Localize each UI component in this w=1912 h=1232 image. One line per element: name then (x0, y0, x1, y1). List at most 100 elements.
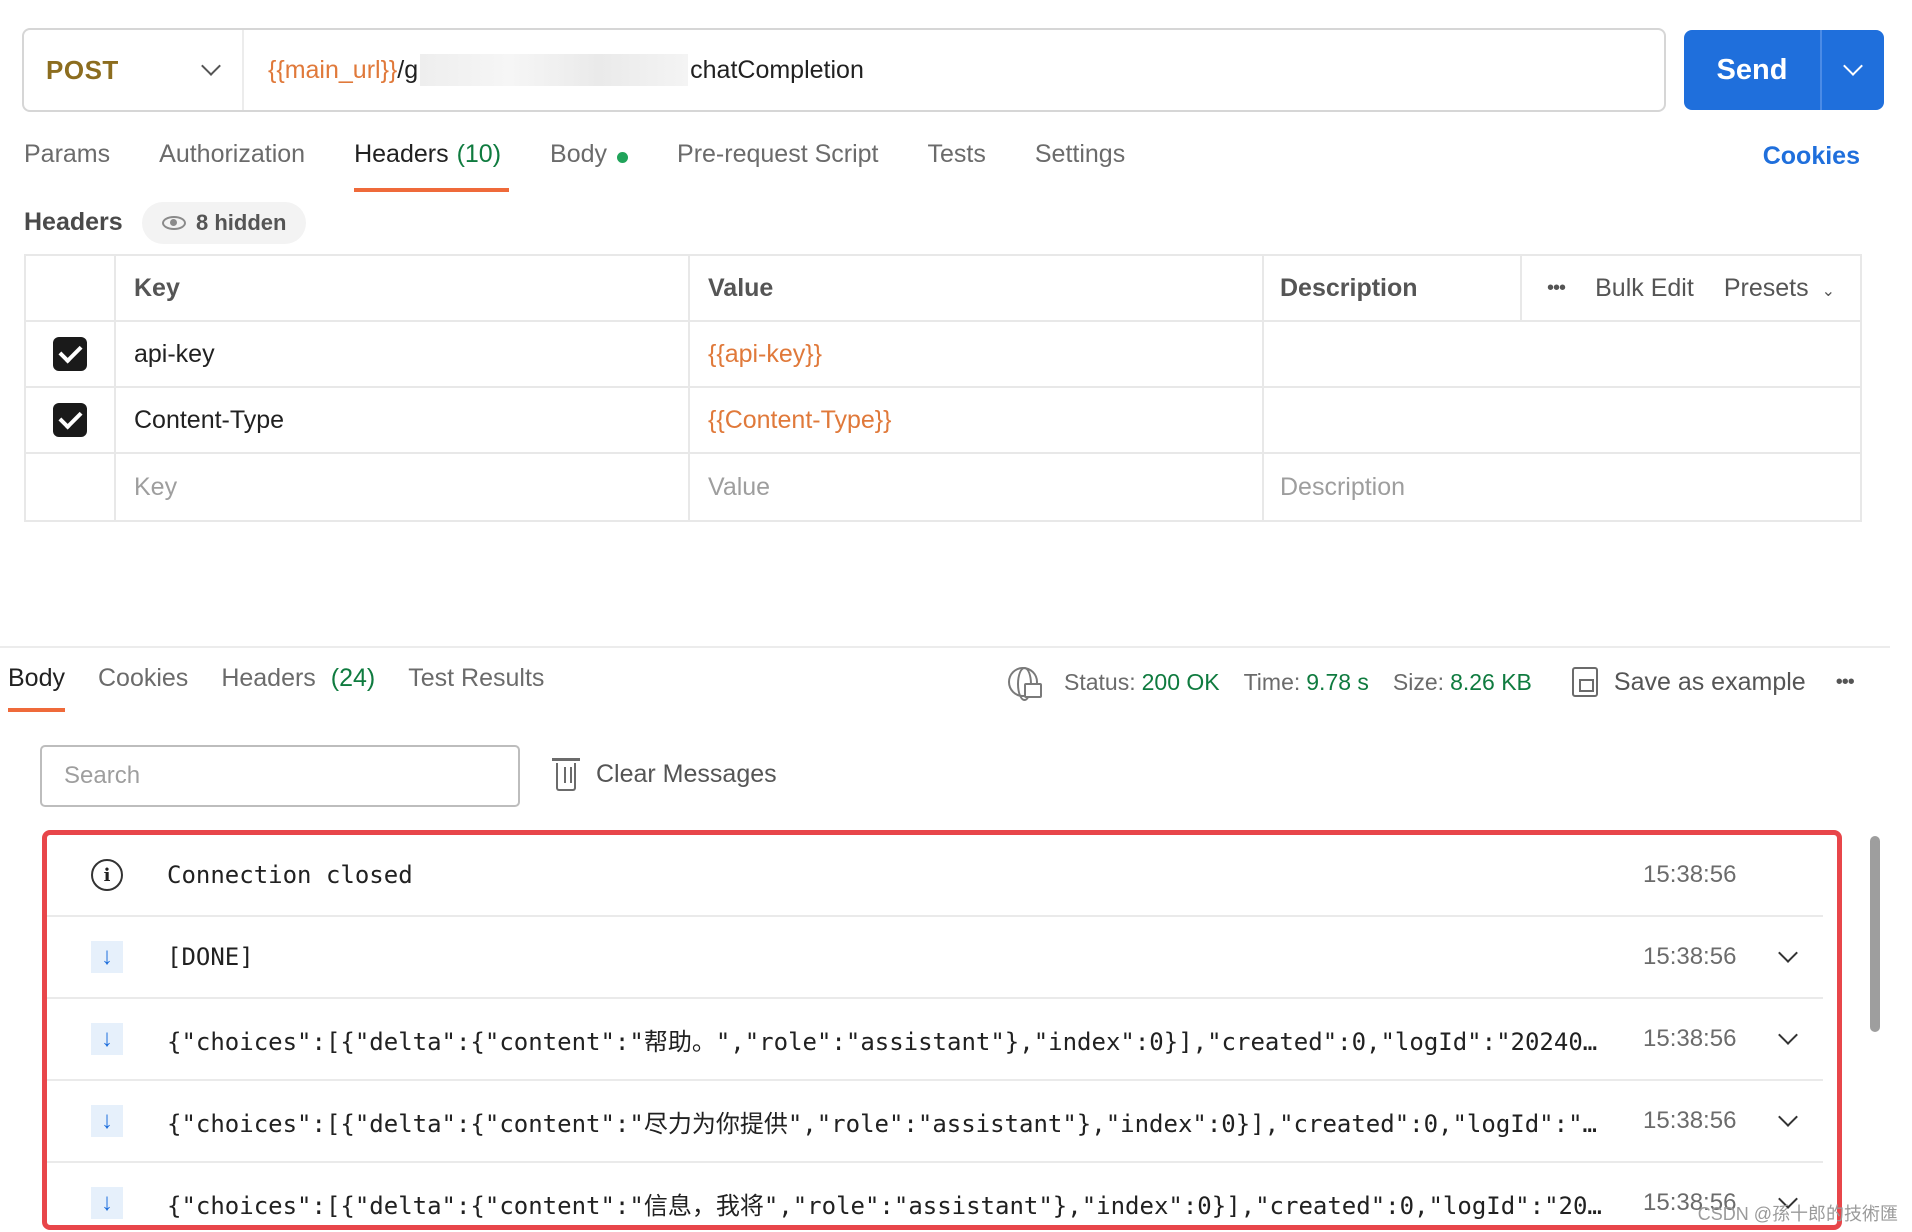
list-item[interactable]: ↓ {"choices":[{"delta":{"content":"尽力为你提… (47, 1081, 1823, 1163)
header-description-cell[interactable] (1264, 322, 1860, 386)
url-input[interactable]: {{main_url}} /g chatCompletion (244, 54, 1664, 86)
send-button[interactable]: Send (1684, 54, 1820, 87)
request-tabs: Params Authorization Headers (10) Body P… (24, 140, 1174, 192)
tab-headers[interactable]: Headers (10) (354, 140, 510, 192)
list-item[interactable]: ↓ [DONE] 15:38:56 (47, 917, 1823, 999)
send-dropdown-button[interactable] (1822, 56, 1884, 76)
headers-section-title: Headers (24, 208, 123, 236)
watermark: CSDN @孫十郎的技術匯 (1697, 1204, 1898, 1224)
column-key: Key (116, 256, 690, 320)
table-row: api-key {{api-key}} (26, 322, 1860, 388)
response-divider[interactable] (0, 646, 1890, 648)
table-header-row: Key Value Description ••• Bulk Edit Pres… (26, 256, 1860, 322)
url-endpoint: chatCompletion (690, 55, 864, 84)
arrow-down-icon: ↓ (91, 1023, 123, 1055)
more-options-icon[interactable]: ••• (1547, 277, 1566, 300)
new-value-input[interactable]: Value (690, 454, 1264, 520)
message-icon-cell: ↓ (47, 941, 167, 973)
size-info[interactable]: Size: 8.26 KB (1393, 669, 1532, 696)
arrow-down-icon: ↓ (91, 941, 123, 973)
chevron-down-icon (1778, 1107, 1798, 1127)
message-text: {"choices":[{"delta":{"content":"帮助。","r… (167, 1027, 1612, 1056)
arrow-down-icon: ↓ (91, 1105, 123, 1137)
size-label: Size: (1392, 668, 1445, 695)
tab-headers-count: (10) (456, 140, 502, 168)
save-as-example-button[interactable]: Save as example (1614, 668, 1806, 697)
status-value: 200 OK (1141, 668, 1220, 695)
message-icon-cell: ↓ (47, 1187, 167, 1219)
body-indicator-dot (617, 152, 629, 163)
list-item[interactable]: ↓ {"choices":[{"delta":{"content":"信息，我将… (47, 1163, 1823, 1225)
message-search-input[interactable] (40, 745, 520, 807)
message-icon-cell: ↓ (47, 1023, 167, 1055)
response-tab-headers-label: Headers (221, 664, 316, 692)
message-time: 15:38:56 (1643, 1107, 1737, 1134)
list-item[interactable]: i Connection closed 15:38:56 (47, 835, 1823, 917)
url-variable: {{main_url}} (268, 55, 398, 84)
row-check-cell (26, 322, 116, 386)
row-checkbox[interactable] (53, 403, 87, 437)
row-checkbox[interactable] (53, 337, 87, 371)
header-key-cell[interactable]: Content-Type (116, 388, 690, 452)
time-info[interactable]: Time: 9.78 s (1244, 669, 1369, 696)
tab-headers-label: Headers (354, 140, 449, 168)
tab-params[interactable]: Params (24, 140, 110, 192)
status-info[interactable]: Status: 200 OK (1064, 669, 1220, 696)
response-tab-test-results[interactable]: Test Results (408, 664, 544, 712)
chevron-down-icon (1843, 56, 1863, 76)
tab-tests[interactable]: Tests (928, 140, 986, 192)
chevron-down-icon (1778, 1025, 1798, 1045)
time-label: Time: (1243, 668, 1301, 695)
chevron-down-icon (1778, 943, 1798, 963)
table-row-new: Key Value Description (26, 454, 1860, 520)
tab-body[interactable]: Body (550, 140, 629, 192)
row-check-cell (26, 454, 116, 520)
expand-message-button[interactable] (1753, 943, 1823, 963)
cookies-link[interactable]: Cookies (1763, 142, 1860, 171)
response-tab-body[interactable]: Body (8, 664, 65, 712)
presets-label: Presets (1723, 273, 1809, 302)
new-description-input[interactable]: Description (1264, 454, 1860, 520)
header-value-cell[interactable]: {{api-key}} (690, 322, 1264, 386)
size-value: 8.26 KB (1450, 668, 1532, 695)
url-bar: POST {{main_url}} /g chatCompletion (22, 28, 1666, 112)
list-item[interactable]: ↓ {"choices":[{"delta":{"content":"帮助。",… (47, 999, 1823, 1081)
response-meta: Status: 200 OK Time: 9.78 s Size: 8.26 KB S… (1008, 664, 1855, 701)
scrollbar[interactable] (1870, 836, 1880, 1032)
message-list: i Connection closed 15:38:56 ↓ [DONE] 15… (42, 830, 1842, 1230)
network-globe-icon[interactable] (1008, 667, 1042, 701)
chevron-down-icon: ⌄ (1821, 282, 1835, 300)
headers-table: Key Value Description ••• Bulk Edit Pres… (24, 254, 1862, 522)
message-time: 15:38:56 (1643, 861, 1737, 888)
tab-prerequest-script[interactable]: Pre-request Script (677, 140, 878, 192)
message-text: {"choices":[{"delta":{"content":"尽力为你提供"… (167, 1109, 1612, 1138)
response-tab-cookies[interactable]: Cookies (98, 664, 188, 712)
header-value-cell[interactable]: {{Content-Type}} (690, 388, 1264, 452)
header-key-cell[interactable]: api-key (116, 322, 690, 386)
message-time: 15:38:56 (1643, 943, 1737, 970)
clear-messages-label: Clear Messages (596, 759, 777, 788)
bulk-edit-button[interactable]: Bulk Edit (1595, 274, 1694, 303)
response-tab-headers[interactable]: Headers (24) (221, 664, 375, 712)
hidden-headers-toggle[interactable]: 8 hidden (142, 202, 307, 244)
message-text: [DONE] (167, 943, 254, 971)
column-value: Value (690, 256, 1264, 320)
new-key-input[interactable]: Key (116, 454, 690, 520)
time-value: 9.78 s (1306, 668, 1369, 695)
response-tabs: Body Cookies Headers (24) Test Results (8, 664, 577, 712)
presets-dropdown[interactable]: Presets ⌄ (1724, 274, 1835, 303)
table-actions: ••• Bulk Edit Presets ⌄ (1522, 256, 1860, 320)
method-label: POST (46, 54, 119, 85)
row-check-cell (26, 388, 116, 452)
method-select[interactable]: POST (24, 30, 244, 110)
clear-messages-button[interactable]: Clear Messages (552, 757, 777, 791)
expand-message-button[interactable] (1753, 1107, 1823, 1127)
trash-icon (552, 758, 580, 791)
header-description-cell[interactable] (1264, 388, 1860, 452)
expand-message-button[interactable] (1753, 1025, 1823, 1045)
tab-authorization[interactable]: Authorization (159, 140, 305, 192)
response-headers-count: (24) (330, 664, 376, 692)
tab-settings[interactable]: Settings (1035, 140, 1125, 192)
more-options-icon[interactable]: ••• (1836, 671, 1855, 694)
hidden-headers-label: 8 hidden (196, 210, 287, 235)
